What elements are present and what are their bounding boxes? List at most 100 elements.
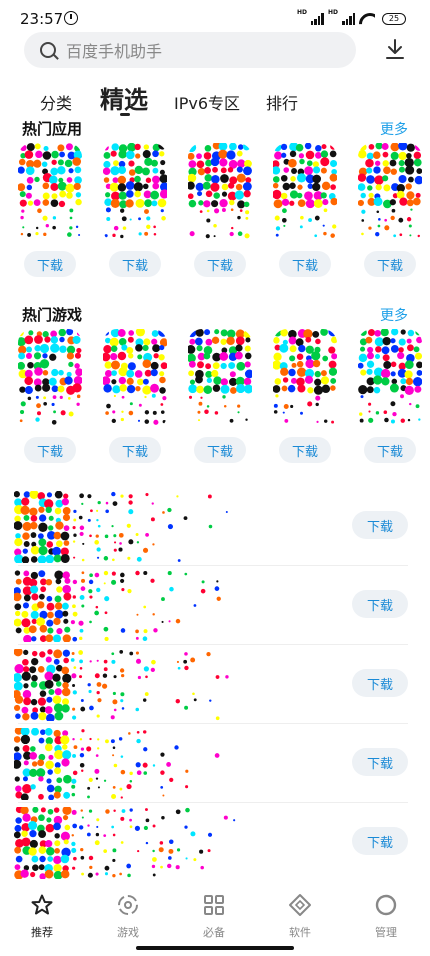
nav-essentials[interactable]: 必备: [184, 892, 244, 940]
nav-software[interactable]: 软件: [270, 892, 330, 940]
download-button[interactable]: 下载: [279, 251, 331, 277]
halftone-dot: [28, 625, 37, 634]
halftone-dot: [144, 692, 149, 696]
halftone-dot: [62, 673, 72, 684]
halftone-dot: [407, 176, 414, 183]
tab-category[interactable]: 分类: [40, 90, 72, 114]
halftone-dot: [138, 403, 142, 407]
halftone-dot: [229, 231, 234, 237]
halftone-dot: [151, 338, 158, 345]
game-card[interactable]: 下载: [184, 329, 256, 463]
halftone-dot: [136, 613, 139, 616]
halftone-dot: [289, 190, 299, 199]
halftone-dot: [112, 410, 116, 414]
download-button[interactable]: 下载: [352, 590, 408, 618]
halftone-dot: [70, 658, 75, 662]
halftone-dot: [152, 344, 161, 353]
tab-featured[interactable]: 精选: [100, 80, 148, 115]
download-button[interactable]: 下载: [352, 827, 408, 855]
halftone-dot: [72, 683, 76, 687]
halftone-dot: [206, 405, 210, 408]
halftone-dot: [38, 814, 45, 822]
list-item[interactable]: 下载: [0, 487, 430, 566]
game-card[interactable]: 下载: [14, 329, 86, 463]
halftone-dot: [80, 699, 84, 702]
list-item[interactable]: 下载: [0, 566, 430, 645]
status-indicators: HD HD 25: [297, 10, 406, 25]
halftone-dot: [52, 673, 61, 682]
download-button[interactable]: 下载: [279, 437, 331, 463]
halftone-dot: [94, 572, 100, 578]
download-button[interactable]: 下载: [194, 437, 246, 463]
halftone-dot: [31, 674, 38, 682]
tab-ipv6[interactable]: IPv6专区: [174, 90, 240, 114]
halftone-dot: [414, 143, 422, 151]
halftone-dot: [41, 161, 48, 168]
halftone-dot: [234, 190, 244, 200]
halftone-dot: [18, 361, 26, 370]
hot-apps-more-link[interactable]: 更多: [380, 119, 408, 139]
halftone-dot: [392, 411, 397, 417]
halftone-dot: [221, 183, 229, 191]
halftone-dot: [72, 595, 76, 599]
halftone-dot: [184, 705, 189, 710]
download-button[interactable]: 下载: [24, 251, 76, 277]
halftone-dot: [153, 353, 159, 359]
halftone-dot: [374, 337, 384, 347]
download-button[interactable]: 下载: [364, 251, 416, 277]
download-button[interactable]: 下载: [109, 251, 161, 277]
halftone-dot: [54, 491, 63, 499]
game-card[interactable]: 下载: [99, 329, 171, 463]
list-item[interactable]: 下载: [0, 645, 430, 724]
halftone-dot: [78, 233, 81, 237]
search-bar[interactable]: 百度手机助手: [24, 32, 356, 68]
halftone-dot: [29, 491, 39, 499]
download-button[interactable]: 下载: [194, 251, 246, 277]
halftone-dot: [38, 737, 45, 744]
app-card[interactable]: 下载: [184, 143, 256, 277]
app-card[interactable]: 下载: [269, 143, 341, 277]
game-card[interactable]: 下载: [354, 329, 426, 463]
halftone-dot: [66, 192, 73, 199]
list-item[interactable]: 下载: [0, 803, 430, 882]
halftone-dot: [20, 869, 29, 878]
halftone-dot: [80, 747, 85, 751]
download-button[interactable]: 下载: [24, 437, 76, 463]
download-button[interactable]: 下载: [352, 669, 408, 697]
halftone-dot: [54, 602, 63, 610]
halftone-dot: [126, 384, 136, 394]
halftone-dot: [48, 794, 55, 800]
app-card[interactable]: 下载: [14, 143, 86, 277]
halftone-dot: [118, 166, 127, 175]
app-card[interactable]: 下载: [354, 143, 426, 277]
game-card[interactable]: 下载: [269, 329, 341, 463]
halftone-dot: [220, 362, 227, 370]
download-button[interactable]: 下载: [364, 437, 416, 463]
halftone-dot: [38, 846, 47, 854]
app-card[interactable]: 下载: [99, 143, 171, 277]
halftone-dot: [219, 199, 228, 208]
nav-recommend[interactable]: 推荐: [12, 892, 72, 940]
halftone-dot: [62, 634, 71, 642]
list-item[interactable]: 下载: [0, 724, 430, 803]
halftone-dot: [104, 234, 108, 238]
halftone-dot: [366, 368, 373, 375]
halftone-dot: [15, 533, 21, 539]
download-button[interactable]: 下载: [109, 437, 161, 463]
halftone-dot: [312, 330, 320, 338]
star-icon: [29, 892, 55, 918]
download-manager-icon[interactable]: [384, 38, 406, 60]
download-button[interactable]: 下载: [352, 511, 408, 539]
halftone-dot: [15, 855, 23, 863]
download-button[interactable]: 下载: [352, 748, 408, 776]
halftone-dot: [47, 769, 53, 775]
halftone-dot: [37, 555, 47, 563]
halftone-dot: [23, 570, 30, 577]
tab-ranking[interactable]: 排行: [266, 90, 298, 114]
halftone-dot: [188, 193, 194, 200]
nav-manage[interactable]: 管理: [356, 892, 416, 940]
halftone-dot: [135, 344, 143, 352]
halftone-dot: [110, 352, 118, 361]
nav-games[interactable]: 游戏: [98, 892, 158, 940]
hot-games-more-link[interactable]: 更多: [380, 305, 408, 325]
